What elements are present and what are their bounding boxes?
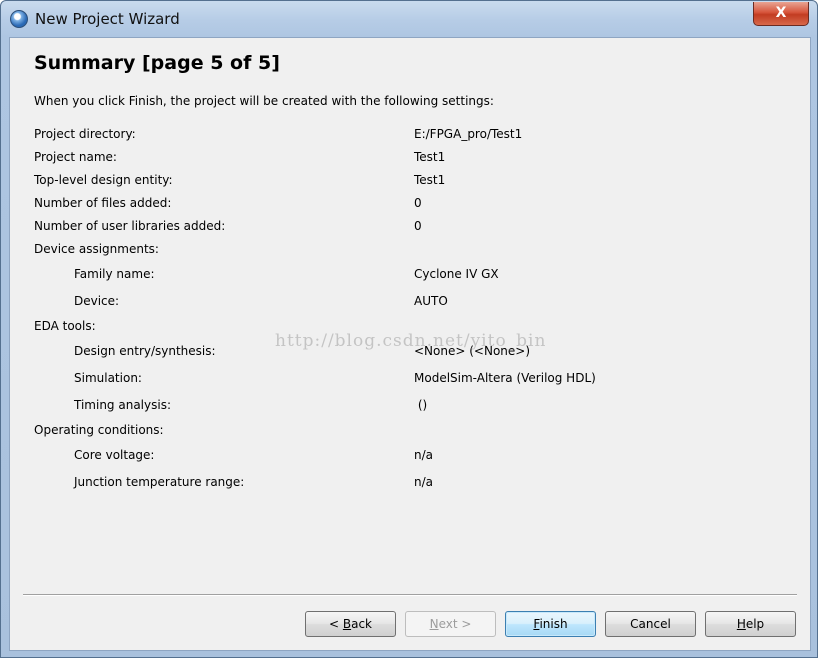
- setting-label: Top-level design entity:: [34, 173, 173, 187]
- app-globe-icon: [10, 10, 28, 28]
- setting-row-user-libraries: Number of user libraries added: 0: [10, 219, 810, 235]
- setting-value: E:/FPGA_pro/Test1: [414, 127, 523, 141]
- cancel-label: Cancel: [630, 617, 671, 631]
- setting-value: n/a: [414, 475, 434, 489]
- page-title: Summary [page 5 of 5]: [34, 52, 280, 74]
- setting-label: Junction temperature range:: [74, 475, 245, 489]
- wizard-content: Summary [page 5 of 5] When you click Fin…: [9, 37, 811, 651]
- setting-value: (): [414, 398, 428, 412]
- setting-row-simulation: Simulation: ModelSim-Altera (Verilog HDL…: [10, 371, 810, 387]
- close-icon: X: [775, 5, 787, 21]
- setting-value: 0: [414, 196, 422, 210]
- help-mnemonic: H: [736, 617, 746, 631]
- setting-label: Project directory:: [34, 127, 136, 141]
- button-bar-divider: [23, 594, 797, 596]
- back-mnemonic: B: [342, 617, 352, 631]
- watermark-text: http://blog.csdn.net/yito_bin: [275, 331, 547, 351]
- title-bar[interactable]: New Project Wizard X: [1, 1, 817, 37]
- setting-label: Timing analysis:: [74, 398, 171, 412]
- setting-group-device-assignments: Device assignments:: [10, 242, 810, 258]
- setting-row-timing-analysis: Timing analysis: (): [10, 398, 810, 414]
- setting-value: Test1: [414, 150, 446, 164]
- finish-rest: inish: [539, 617, 568, 631]
- setting-group-label: EDA tools:: [34, 319, 96, 333]
- setting-label: Device:: [74, 294, 120, 308]
- next-button[interactable]: Next >: [405, 611, 496, 637]
- window-title: New Project Wizard: [35, 10, 180, 28]
- wizard-window: New Project Wizard X Summary [page 5 of …: [0, 0, 818, 658]
- setting-group-label: Device assignments:: [34, 242, 159, 256]
- next-mnemonic: N: [429, 617, 439, 631]
- setting-group-operating-conditions: Operating conditions:: [10, 423, 810, 439]
- next-rest: ext >: [438, 617, 472, 631]
- setting-row-project-directory: Project directory: E:/FPGA_pro/Test1: [10, 127, 810, 143]
- setting-row-family-name: Family name: Cyclone IV GX: [10, 267, 810, 283]
- setting-value: Test1: [414, 173, 446, 187]
- setting-value: ModelSim-Altera (Verilog HDL): [414, 371, 596, 385]
- setting-row-files-added: Number of files added: 0: [10, 196, 810, 212]
- setting-row-top-level-entity: Top-level design entity: Test1: [10, 173, 810, 189]
- back-prefix: <: [328, 617, 343, 631]
- setting-label: Number of files added:: [34, 196, 172, 210]
- setting-row-junction-temperature: Junction temperature range: n/a: [10, 475, 810, 491]
- setting-row-device: Device: AUTO: [10, 294, 810, 310]
- setting-row-core-voltage: Core voltage: n/a: [10, 448, 810, 464]
- setting-value: n/a: [414, 448, 434, 462]
- help-button[interactable]: Help: [705, 611, 796, 637]
- cancel-button[interactable]: Cancel: [605, 611, 696, 637]
- setting-label: Core voltage:: [74, 448, 155, 462]
- setting-label: Project name:: [34, 150, 117, 164]
- setting-label: Simulation:: [74, 371, 142, 385]
- setting-value: Cyclone IV GX: [414, 267, 499, 281]
- back-rest: ack: [351, 617, 372, 631]
- help-rest: elp: [745, 617, 765, 631]
- back-button[interactable]: < Back: [305, 611, 396, 637]
- setting-label: Family name:: [74, 267, 155, 281]
- intro-text: When you click Finish, the project will …: [34, 94, 494, 108]
- setting-value: 0: [414, 219, 422, 233]
- setting-label: Design entry/synthesis:: [74, 344, 216, 358]
- setting-group-label: Operating conditions:: [34, 423, 164, 437]
- setting-row-project-name: Project name: Test1: [10, 150, 810, 166]
- close-button[interactable]: X: [753, 2, 809, 26]
- finish-button[interactable]: Finish: [505, 611, 596, 637]
- setting-value: AUTO: [414, 294, 448, 308]
- setting-label: Number of user libraries added:: [34, 219, 226, 233]
